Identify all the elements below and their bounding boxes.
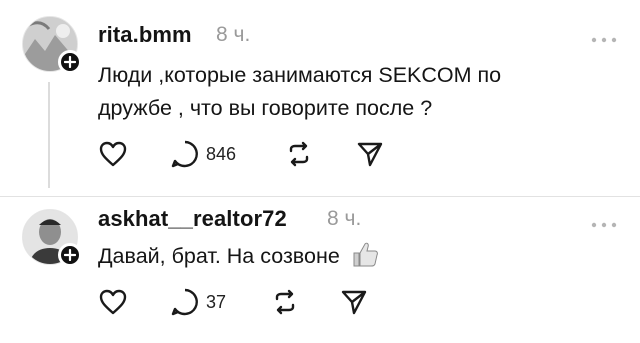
follow-plus-icon[interactable] <box>58 50 82 74</box>
more-options-icon[interactable] <box>590 216 618 228</box>
share-icon <box>357 142 383 167</box>
share-icon <box>341 290 367 315</box>
post-time: 8 ч. <box>216 23 251 46</box>
heart-icon <box>99 141 127 167</box>
username[interactable]: askhat__realtor72 <box>98 206 287 232</box>
repost-icon <box>275 289 295 315</box>
post-time: 8 ч. <box>327 207 362 230</box>
comment-icon <box>171 288 198 316</box>
post-text: Давай, брат. На созвоне <box>98 239 568 279</box>
follow-plus-icon[interactable] <box>58 243 82 267</box>
share-button[interactable] <box>356 139 384 169</box>
like-button[interactable] <box>98 287 128 317</box>
post-actions: 37 <box>98 287 398 321</box>
heart-icon <box>99 289 127 315</box>
post-2: askhat__realtor72 8 ч. Давай, брат. На с… <box>0 197 640 343</box>
comment-button[interactable]: 846 <box>170 139 236 169</box>
post-text: Люди ,которые занимаются SEKCOM по дружб… <box>98 63 502 120</box>
repost-button[interactable] <box>270 287 300 317</box>
share-button[interactable] <box>340 287 368 317</box>
avatar-wrap <box>22 16 82 74</box>
repost-icon <box>289 141 309 167</box>
comments-count: 846 <box>206 143 237 164</box>
like-button[interactable] <box>98 139 128 169</box>
comments-count: 37 <box>206 291 227 312</box>
post-text-content: Давай, брат. На созвоне <box>98 244 340 268</box>
thread-line <box>48 82 50 188</box>
username[interactable]: rita.bmm <box>98 22 192 48</box>
repost-button[interactable] <box>284 139 314 169</box>
thumbs-up-icon <box>350 239 380 279</box>
post-1: rita.bmm 8 ч. Люди ,которые занимаются S… <box>0 0 640 200</box>
avatar-wrap <box>22 209 82 267</box>
more-options-icon[interactable] <box>590 31 618 43</box>
post-actions: 846 <box>98 139 398 173</box>
comment-button[interactable]: 37 <box>170 287 226 317</box>
comment-icon <box>171 140 198 168</box>
